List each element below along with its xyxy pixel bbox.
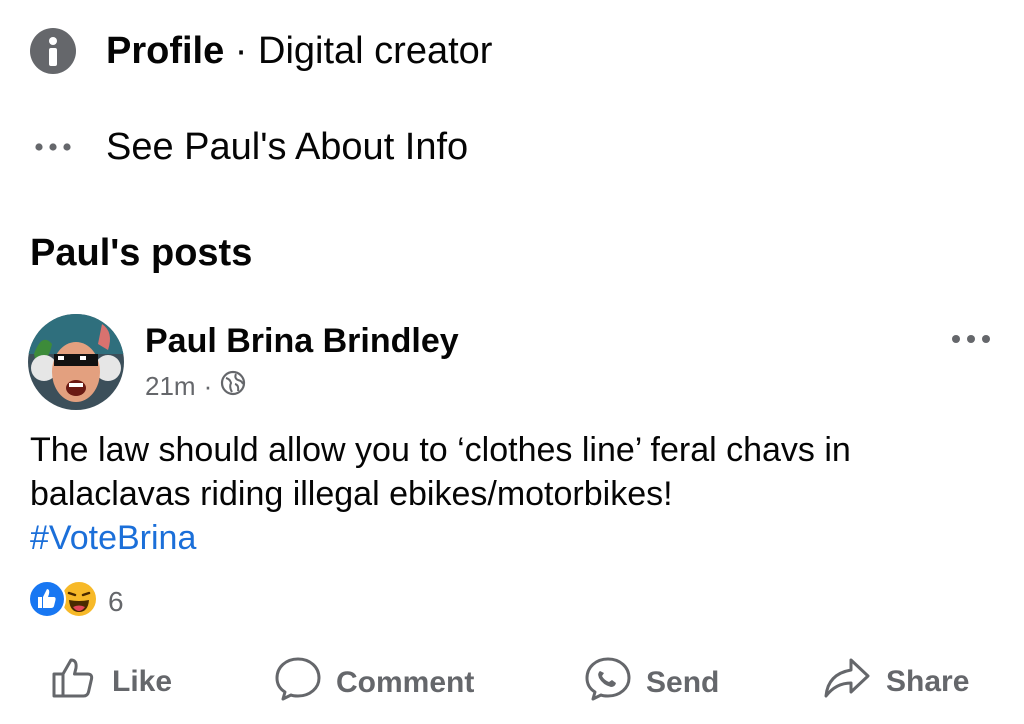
post-action-bar: Like Comment Send Share <box>0 656 1024 712</box>
reaction-count: 6 <box>108 585 124 617</box>
profile-category: Profile · Digital creator <box>106 30 492 73</box>
meta-separator: · <box>203 371 213 401</box>
like-button[interactable]: Like <box>50 656 172 708</box>
send-button[interactable]: Send <box>584 656 719 710</box>
like-reaction-icon <box>28 580 66 623</box>
comment-label: Comment <box>336 666 475 699</box>
globe-icon <box>220 370 246 403</box>
post-author-name[interactable]: Paul Brina Brindley <box>145 322 459 361</box>
reactions-summary[interactable]: 6 <box>28 580 124 623</box>
post-options-icon[interactable] <box>950 332 992 350</box>
more-dots-icon <box>30 142 76 152</box>
like-label: Like <box>112 665 173 698</box>
profile-label: Profile <box>106 29 225 72</box>
hashtag-link[interactable]: #VoteBrina <box>30 516 990 560</box>
share-icon <box>822 656 872 708</box>
section-title: Paul's posts <box>30 232 253 274</box>
post-text: The law should allow you to ‘clothes lin… <box>30 431 851 513</box>
profile-info-row: Profile · Digital creator <box>30 26 492 76</box>
share-label: Share <box>886 665 970 698</box>
profile-category-text: Digital creator <box>258 29 493 72</box>
profile-separator: · <box>224 29 259 72</box>
see-about-info-link[interactable]: See Paul's About Info <box>30 122 468 172</box>
thumbs-up-icon <box>50 656 98 708</box>
info-icon <box>30 28 76 74</box>
comment-icon <box>274 656 322 710</box>
post-body: The law should allow you to ‘clothes lin… <box>30 428 990 560</box>
author-avatar[interactable] <box>28 314 124 410</box>
post-meta: 21m · <box>145 370 246 403</box>
share-button[interactable]: Share <box>822 656 969 708</box>
send-label: Send <box>646 666 720 699</box>
comment-button[interactable]: Comment <box>274 656 474 710</box>
about-label: See Paul's About Info <box>106 125 469 168</box>
messenger-icon <box>584 656 632 710</box>
post-time[interactable]: 21m <box>145 371 196 402</box>
